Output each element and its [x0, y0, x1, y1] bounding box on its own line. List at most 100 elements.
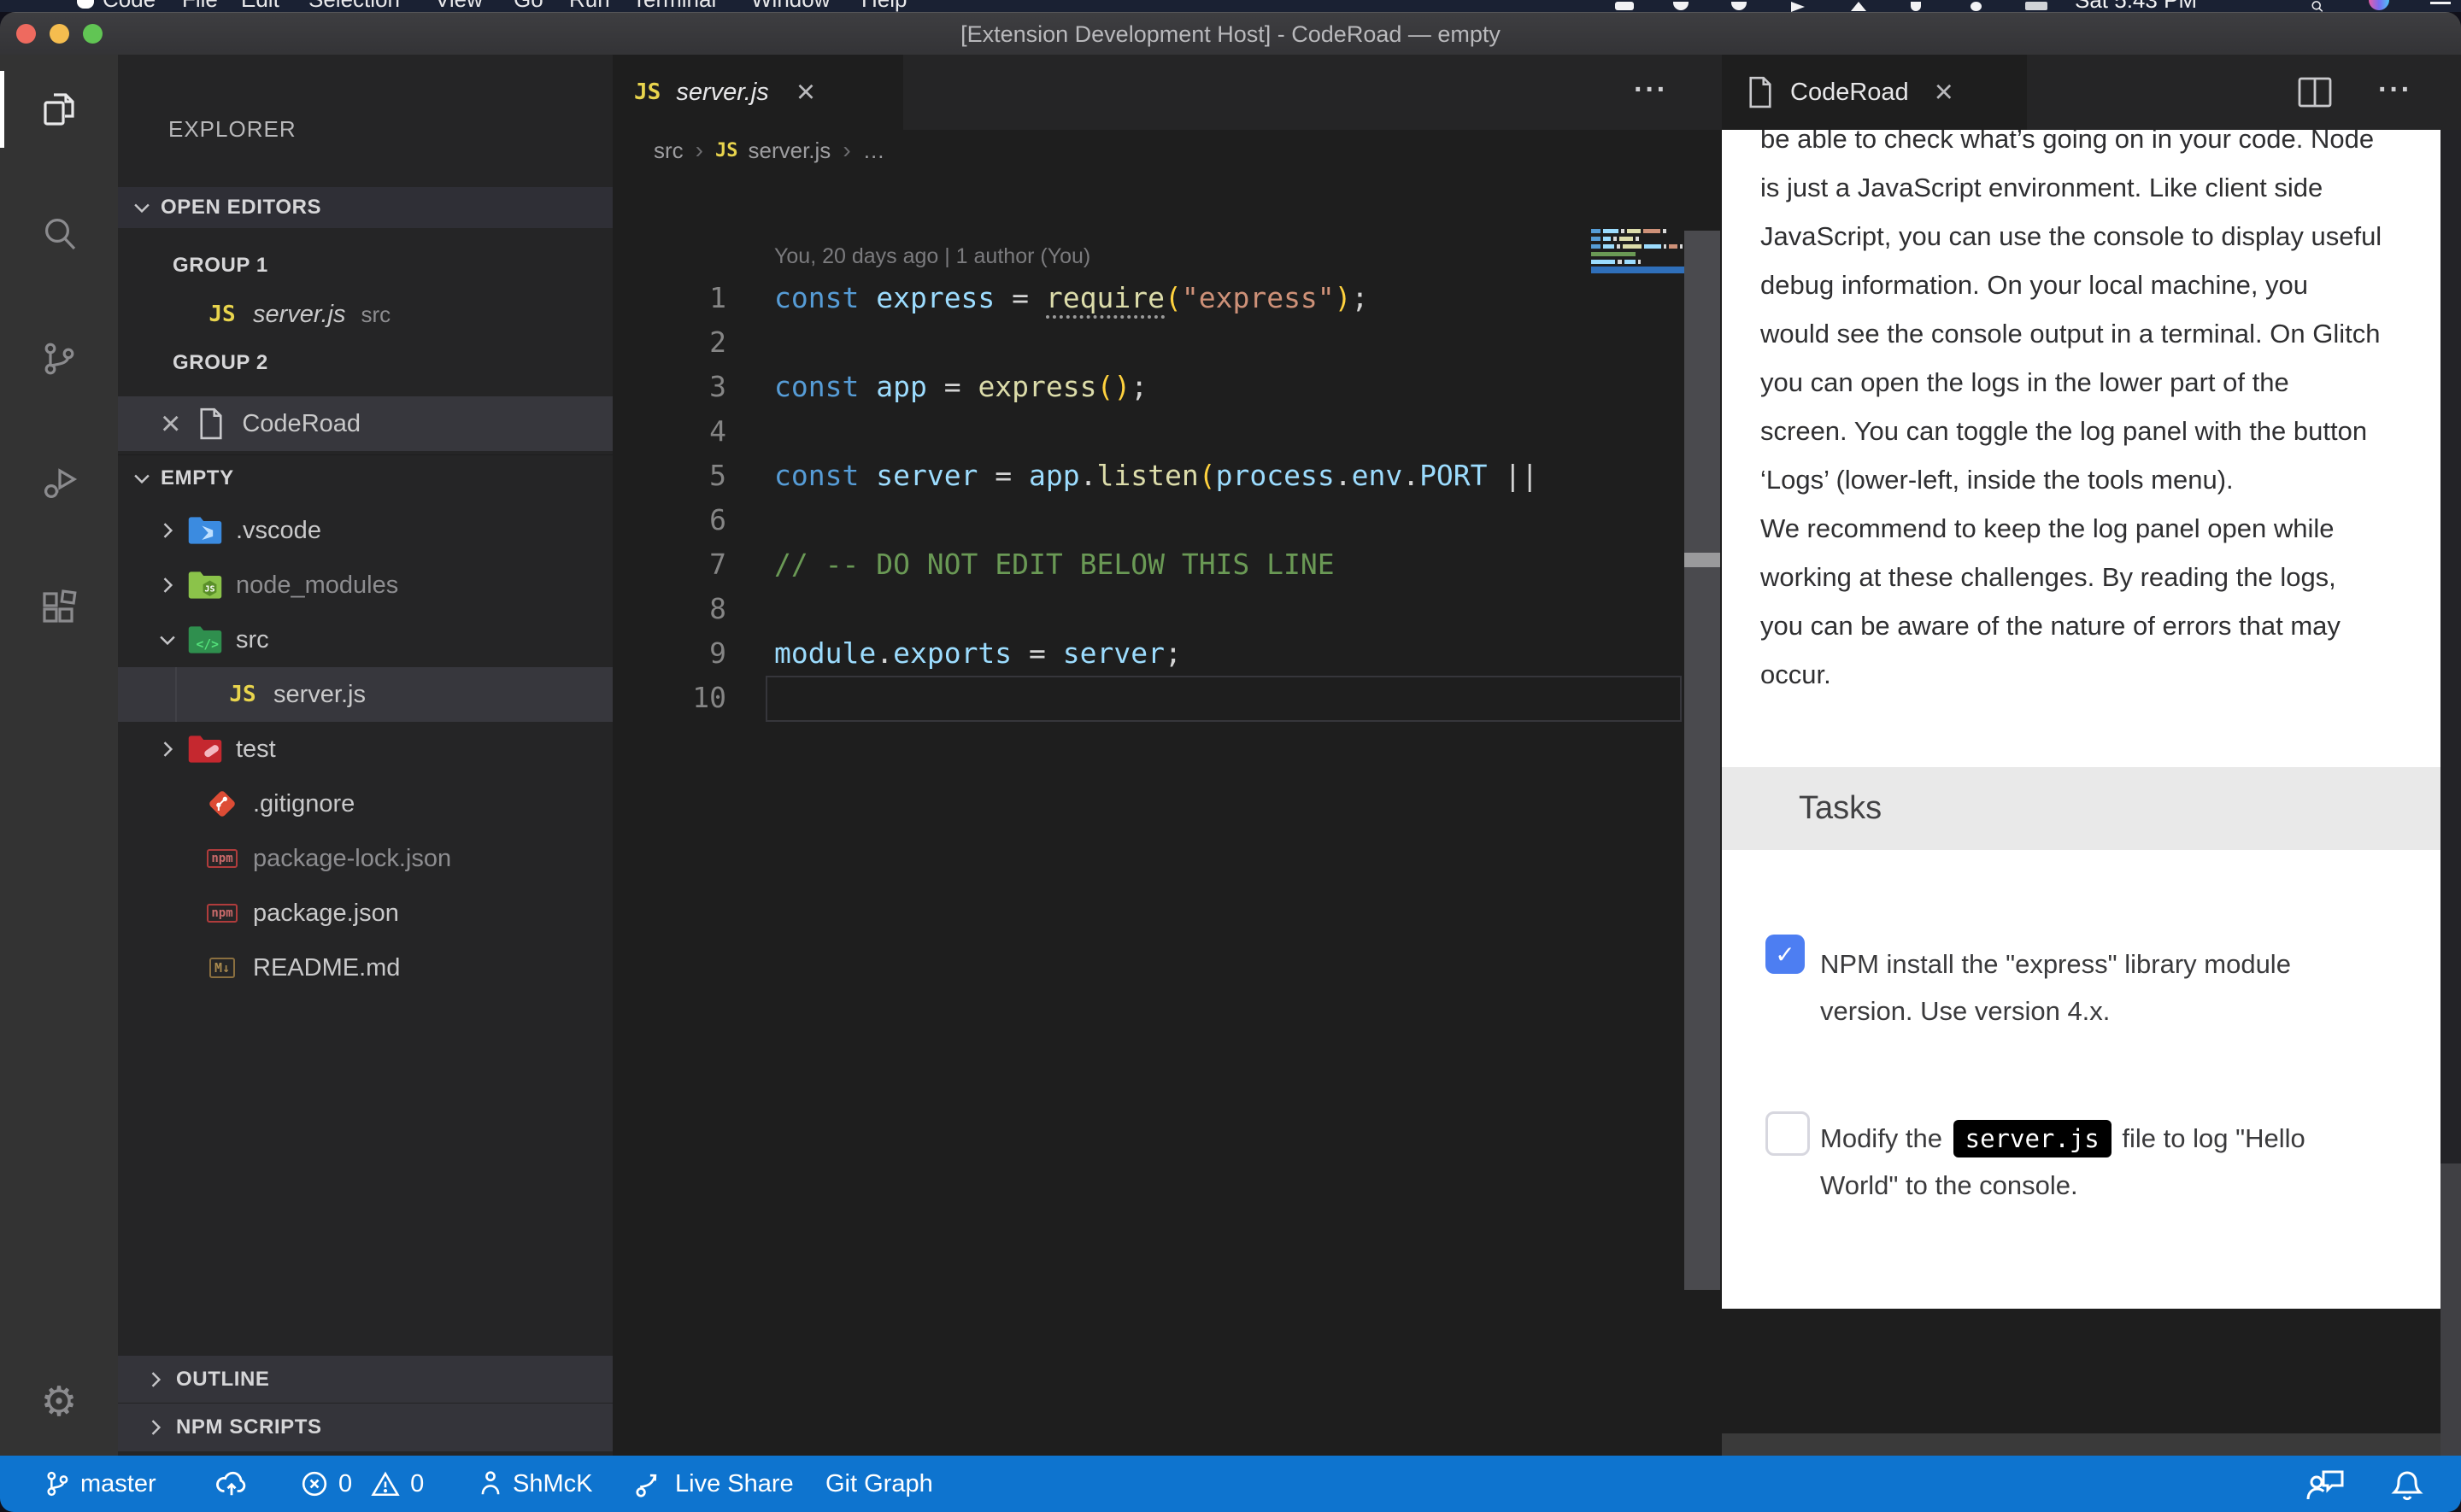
- tree-item-label: .gitignore: [253, 790, 355, 818]
- chevron-right-icon: [156, 519, 179, 542]
- tab-title: server.js: [676, 79, 769, 107]
- menubar-status-icon: [1851, 2, 1866, 11]
- extensions-icon[interactable]: [0, 567, 118, 649]
- panel-actions-ellipsis-icon[interactable]: ···: [2378, 73, 2412, 107]
- task-1-text: NPM install the "express" library module: [1820, 940, 2291, 988]
- activity-bar: ⚙: [0, 55, 118, 1456]
- apple-menu-icon[interactable]: [77, 0, 94, 9]
- open-editor-server.js[interactable]: JSserver.jssrc: [118, 287, 613, 342]
- minimap-line: [1591, 244, 1683, 249]
- menu-item-view[interactable]: View: [435, 0, 483, 12]
- tree-item-package.json[interactable]: npmpackage.json: [118, 886, 614, 941]
- tree-item-test[interactable]: test: [118, 722, 613, 777]
- menu-item-edit[interactable]: Edit: [241, 0, 279, 12]
- task-checkbox-1[interactable]: ✓: [1765, 935, 1805, 974]
- menu-item-selection[interactable]: Selection: [308, 0, 400, 12]
- code-line-8[interactable]: 8: [613, 587, 1672, 631]
- close-icon[interactable]: ×: [161, 407, 180, 440]
- minimap-line: [1591, 252, 1636, 256]
- close-icon[interactable]: ×: [796, 76, 815, 108]
- code-line-7[interactable]: 7// -- DO NOT EDIT BELOW THIS LINE: [613, 542, 1672, 587]
- code-line-5[interactable]: 5const server = app.listen(process.env.P…: [613, 454, 1672, 498]
- spotlight-search-icon[interactable]: [2307, 0, 2328, 12]
- editor-scrollbar-track[interactable]: [1684, 231, 1720, 1290]
- webview-scrollbar-thumb[interactable]: [2440, 130, 2461, 1163]
- breadcrumb-symbol[interactable]: …: [863, 138, 885, 164]
- run-debug-icon[interactable]: [0, 442, 118, 525]
- tab-coderoad[interactable]: CodeRoad ×: [1722, 55, 2027, 130]
- close-icon[interactable]: ×: [1935, 76, 1953, 108]
- tree-item-package-lock.json[interactable]: npmpackage-lock.json: [118, 831, 614, 886]
- siri-icon[interactable]: [2369, 0, 2389, 10]
- menu-item-code[interactable]: Code: [103, 0, 156, 12]
- tree-item-.vscode[interactable]: .vscode: [118, 503, 613, 558]
- tree-item-src[interactable]: </>src: [118, 612, 613, 667]
- window-title: [Extension Development Host] - CodeRoad …: [0, 13, 2461, 56]
- editor-tab-bar: JS server.js × ···: [613, 55, 1722, 130]
- section-npm-scripts[interactable]: NPM SCRIPTS: [118, 1403, 613, 1451]
- code-line-3[interactable]: 3const app = express();: [613, 365, 1672, 409]
- code-line-1[interactable]: 1const express = require("express");: [613, 276, 1672, 320]
- code-line-4[interactable]: 4: [613, 409, 1672, 454]
- status-bar: master 0 0 ShMcK: [0, 1456, 2461, 1512]
- breadcrumb-src[interactable]: src: [654, 138, 684, 164]
- tree-item-label: node_modules: [236, 571, 398, 600]
- menu-item-run[interactable]: Run: [569, 0, 610, 12]
- user-status[interactable]: ShMcK: [479, 1456, 592, 1512]
- split-editor-icon[interactable]: [2296, 75, 2334, 109]
- error-icon: [301, 1470, 328, 1497]
- section-label: OUTLINE: [176, 1368, 270, 1392]
- control-center-icon[interactable]: [2430, 2, 2451, 12]
- section-label: NPM SCRIPTS: [176, 1415, 322, 1439]
- code-line-2[interactable]: 2: [613, 320, 1672, 365]
- tab-title: CodeRoad: [1790, 79, 1909, 107]
- tree-item-node_modules[interactable]: JS node_modules: [118, 558, 613, 612]
- git-graph-status[interactable]: Git Graph: [825, 1456, 933, 1512]
- task-2-text: Modify the server.js file to log "Hello: [1820, 1114, 2305, 1163]
- search-icon[interactable]: [0, 193, 118, 275]
- line-number: 10: [613, 676, 726, 720]
- menu-item-terminal[interactable]: Terminal: [632, 0, 716, 12]
- js-file-icon: JS: [203, 296, 241, 333]
- git-branch-icon: [44, 1469, 70, 1498]
- source-control-icon[interactable]: [0, 318, 118, 400]
- section-empty-workspace[interactable]: EMPTY: [118, 454, 613, 501]
- tree-item-server.js[interactable]: JSserver.js: [118, 667, 614, 722]
- feedback-icon[interactable]: [2303, 1456, 2347, 1512]
- section-outline[interactable]: OUTLINE: [118, 1355, 613, 1404]
- editor-actions-ellipsis-icon[interactable]: ···: [1634, 73, 1668, 107]
- breadcrumb-file[interactable]: server.js: [749, 138, 831, 164]
- tab-server-js[interactable]: JS server.js ×: [613, 55, 903, 130]
- editor-group-1[interactable]: JS server.js × ··· src › JS server.js › …: [613, 55, 1722, 1456]
- breadcrumb[interactable]: src › JS server.js › …: [654, 130, 885, 171]
- task-checkbox-2[interactable]: [1765, 1111, 1810, 1156]
- menubar-clock[interactable]: Sat 5:43 PM: [2075, 0, 2197, 12]
- menu-item-go[interactable]: Go: [514, 0, 543, 12]
- files-icon[interactable]: [0, 68, 118, 150]
- tree-item-.gitignore[interactable]: .gitignore: [118, 777, 614, 831]
- menu-item-window[interactable]: Window: [751, 0, 830, 12]
- minimap-line: [1591, 260, 1641, 264]
- problems-status[interactable]: 0 0: [301, 1456, 424, 1512]
- file-icon: [192, 405, 230, 442]
- notifications-bell-icon[interactable]: [2388, 1456, 2426, 1512]
- menu-item-file[interactable]: File: [182, 0, 218, 12]
- code-line-6[interactable]: 6: [613, 498, 1672, 542]
- tree-item-README.md[interactable]: M↓README.md: [118, 941, 614, 995]
- gear-icon[interactable]: ⚙: [0, 1362, 118, 1444]
- codelens-annotation[interactable]: You, 20 days ago | 1 author (You): [774, 237, 1090, 275]
- minimap[interactable]: [1591, 229, 1687, 297]
- open-editor-CodeRoad[interactable]: ×CodeRoad: [118, 396, 613, 451]
- section-open-editors[interactable]: OPEN EDITORS: [118, 187, 613, 228]
- sync-icon[interactable]: [215, 1456, 248, 1512]
- menu-item-help[interactable]: Help: [861, 0, 907, 12]
- svg-text:JS: JS: [204, 584, 214, 594]
- line-number: 4: [613, 409, 726, 454]
- git-branch-status[interactable]: master: [44, 1456, 156, 1512]
- tasks-section-header: Tasks: [1722, 767, 2440, 850]
- editor-scrollbar-thumb[interactable]: [1684, 553, 1720, 567]
- code-line-9[interactable]: 9module.exports = server;: [613, 631, 1672, 676]
- live-share-status[interactable]: Live Share: [634, 1456, 794, 1512]
- window-title-bar[interactable]: [Extension Development Host] - CodeRoad …: [0, 12, 2461, 56]
- markdown-file-icon: M↓: [203, 949, 241, 987]
